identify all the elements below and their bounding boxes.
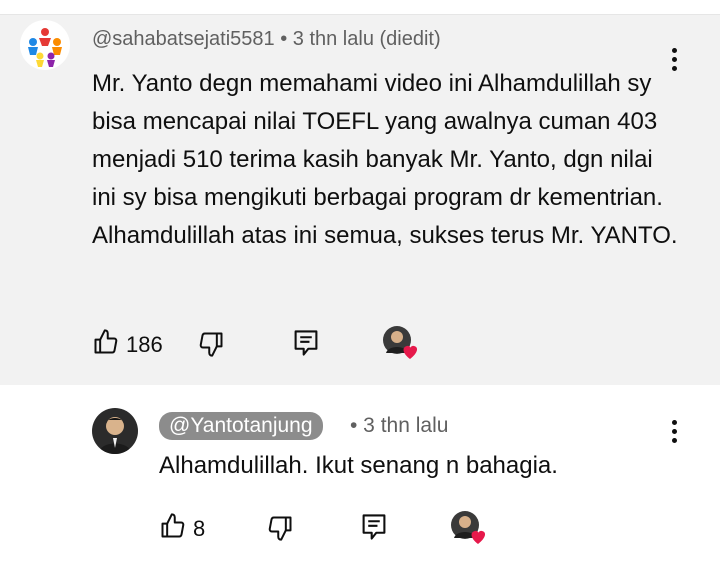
reply-author-avatar[interactable] [92,408,138,454]
comment-actions: 186 [92,328,163,361]
thumbs-down-icon[interactable] [266,514,294,547]
reply-actions: 8 [159,512,205,545]
creator-heart-icon [403,345,418,359]
creator-heart [382,325,422,361]
creator-heart [450,510,490,546]
more-vertical-icon[interactable] [670,420,678,446]
reply-text: Alhamdulillah. Ikut senang n bahagia. [159,452,558,479]
top-divider [0,0,720,15]
reply-like-count: 8 [193,515,206,541]
creator-heart-icon [471,530,486,544]
reply-author-handle[interactable]: @Yantotanjung [159,412,323,440]
thumbs-down-icon[interactable] [197,330,225,363]
more-vertical-icon[interactable] [670,48,678,74]
reply-icon[interactable] [292,328,320,363]
channel-avatar[interactable] [20,20,70,70]
like-count: 186 [126,331,163,357]
reply-timestamp: • 3 thn lalu [350,414,449,437]
reply-icon[interactable] [360,512,388,547]
comment-author-meta[interactable]: @sahabatsejati5581 • 3 thn lalu (diedit) [92,28,441,51]
comment-text: Mr. Yanto degn memahami video ini Alhamd… [92,70,678,249]
thumbs-up-icon[interactable] [92,328,120,361]
thumbs-up-icon[interactable] [159,512,187,545]
